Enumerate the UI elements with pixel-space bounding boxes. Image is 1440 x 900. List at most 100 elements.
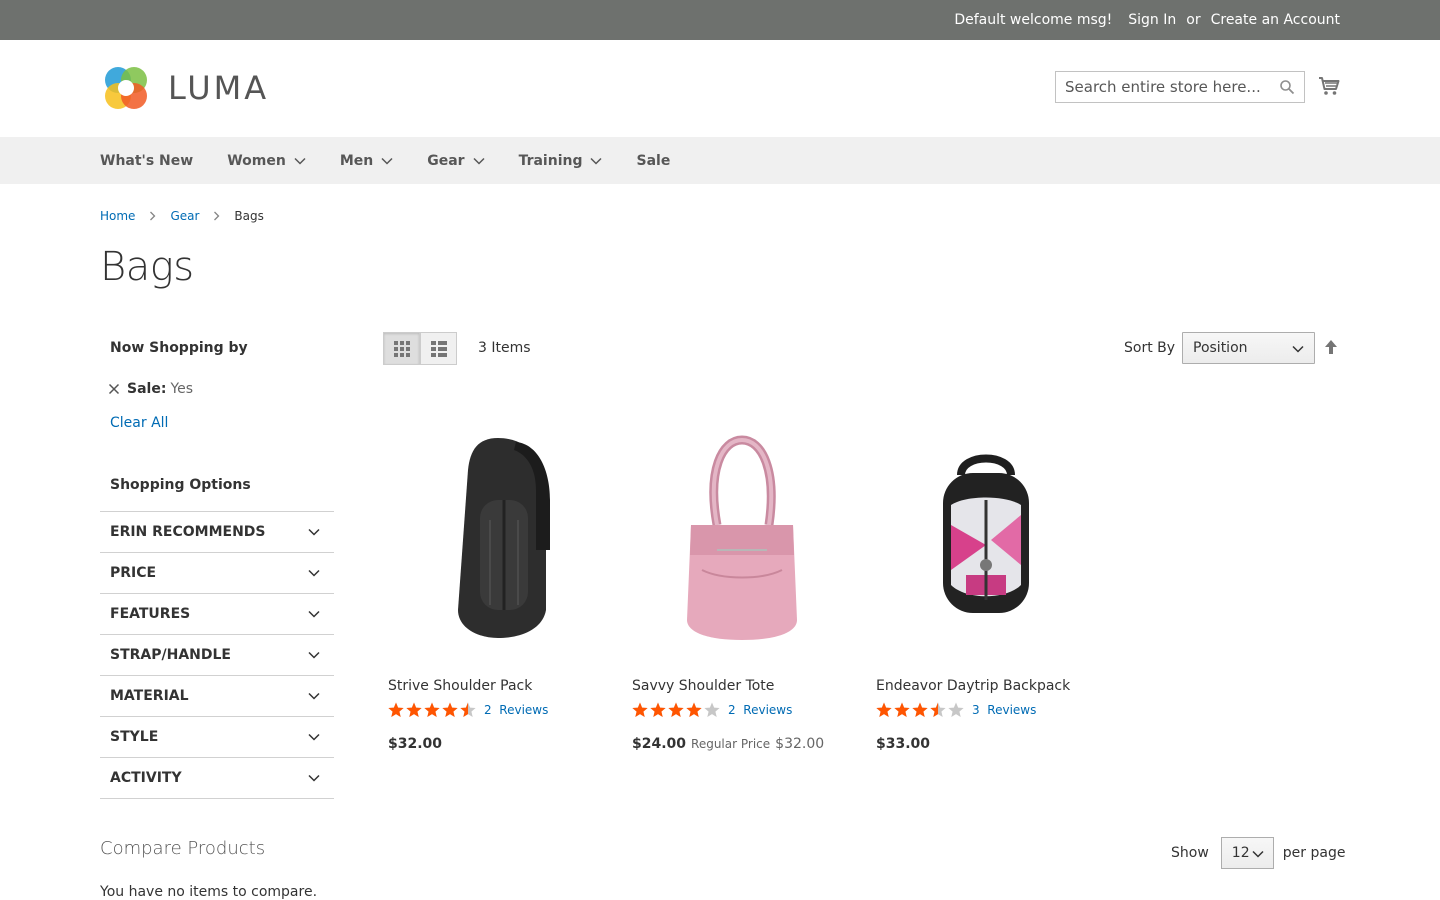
filter-option-features[interactable]: FEATURES (100, 594, 334, 635)
product-name-link[interactable]: Endeavor Daytrip Backpack (871, 678, 1115, 694)
compare-products-title: Compare Products (100, 838, 266, 859)
create-account-link[interactable]: Create an Account (1211, 12, 1340, 28)
list-view-button[interactable] (420, 332, 457, 365)
reviews-link[interactable]: 2 Reviews (728, 703, 792, 717)
products-toolbar: 3 Items Sort By Position (383, 332, 1340, 365)
filter-option-erin-recommends[interactable]: ERIN RECOMMENDS (100, 512, 334, 553)
per-page-limiter: Show 12 per page (1171, 837, 1345, 869)
filter-option-label: PRICE (110, 565, 157, 581)
nav-item-gear[interactable]: Gear (427, 152, 485, 169)
filter-option-price[interactable]: PRICE (100, 553, 334, 594)
star-filled-icon (668, 702, 684, 717)
chevron-right-icon (150, 211, 156, 221)
nav-item-whats-new[interactable]: What's New (100, 153, 193, 169)
nav-item-men[interactable]: Men (340, 153, 393, 169)
search-input[interactable] (1065, 78, 1275, 96)
nav-item-women[interactable]: Women (227, 153, 306, 169)
star-filled-icon (406, 702, 422, 717)
star-filled-icon (876, 702, 892, 717)
filter-option-activity[interactable]: ACTIVITY (100, 758, 334, 799)
welcome-message: Default welcome msg! (954, 12, 1113, 28)
top-panel: Default welcome msg! Sign In or Create a… (0, 0, 1440, 40)
sort-direction-arrow-up-icon[interactable] (1324, 339, 1338, 355)
clear-all-link[interactable]: Clear All (100, 415, 334, 431)
chevron-down-icon (308, 651, 320, 659)
reviews-count: 2 (484, 703, 492, 717)
list-icon (430, 340, 447, 357)
filter-option-label: STRAP/HANDLE (110, 647, 231, 663)
price-amount: $33.00 (876, 736, 931, 752)
now-shopping-by-title: Now Shopping by (110, 340, 248, 356)
rating-stars-icon (876, 702, 964, 717)
active-filter: Sale: Yes (100, 381, 334, 397)
sort-by-select[interactable]: Position (1182, 332, 1315, 364)
product-item: Savvy Shoulder Tote 2 Reviews $24.00 Reg… (627, 415, 871, 752)
product-item: Strive Shoulder Pack 2 Reviews $32.00 (383, 415, 627, 752)
header: LUMA (0, 40, 1440, 137)
sort-by-label: Sort By (1124, 340, 1176, 356)
limiter-select[interactable]: 12 (1220, 837, 1274, 869)
header-links: Default welcome msg! Sign In or Create a… (954, 0, 1340, 40)
shoulder-tote-image (687, 435, 797, 640)
reviews-count: 2 (728, 703, 736, 717)
filter-option-label: STYLE (110, 729, 159, 745)
star-filled-icon (388, 702, 404, 717)
nav-label: Gear (427, 152, 465, 169)
special-price-amount: $24.00 (632, 736, 687, 752)
daytrip-backpack-image (943, 454, 1029, 613)
star-filled-icon (442, 702, 458, 717)
chevron-down-icon (473, 157, 485, 165)
chevron-down-icon (308, 774, 320, 782)
chevron-down-icon (381, 157, 393, 165)
shoulder-pack-image (458, 438, 550, 638)
active-filter-value: Yes (170, 381, 194, 397)
rating-stars-icon (632, 702, 720, 717)
regular-price-label: Regular Price (691, 737, 771, 751)
filter-option-label: ACTIVITY (110, 770, 182, 786)
breadcrumb: Home Gear Bags (100, 209, 264, 223)
reviews-label: Reviews (743, 703, 793, 717)
filter-option-label: ERIN RECOMMENDS (110, 524, 266, 540)
reviews-label: Reviews (987, 703, 1037, 717)
product-rating: 2 Reviews (383, 702, 627, 718)
search-icon[interactable] (1279, 79, 1295, 95)
chevron-down-icon (308, 692, 320, 700)
reviews-link[interactable]: 2 Reviews (484, 703, 548, 717)
product-price: $32.00 (383, 736, 627, 752)
reviews-count: 3 (972, 703, 980, 717)
rating-stars-icon (388, 702, 476, 717)
grid-view-button[interactable] (383, 332, 420, 365)
nav-item-sale[interactable]: Sale (636, 153, 670, 169)
product-image[interactable] (383, 415, 613, 655)
star-filled-icon (912, 702, 928, 717)
cart-icon[interactable] (1318, 75, 1340, 97)
search-box[interactable] (1055, 71, 1305, 103)
chevron-down-icon (308, 733, 320, 741)
product-image[interactable] (871, 415, 1101, 655)
nav-item-training[interactable]: Training (519, 153, 603, 169)
or-text: or (1186, 12, 1201, 28)
page-title: Bags (100, 244, 194, 290)
chevron-down-icon (590, 157, 603, 165)
close-icon[interactable] (108, 383, 120, 395)
product-name-link[interactable]: Savvy Shoulder Tote (627, 678, 871, 694)
limiter-value: 12 (1231, 845, 1250, 861)
chevron-down-icon (1292, 345, 1304, 353)
logo[interactable]: LUMA (100, 62, 269, 114)
nav-label: Sale (636, 152, 671, 169)
shopping-options-title: Shopping Options (110, 477, 251, 493)
chevron-down-icon (308, 610, 320, 618)
limiter-show-label: Show (1171, 845, 1209, 861)
logo-text: LUMA (168, 69, 270, 107)
breadcrumb-gear[interactable]: Gear (170, 209, 199, 223)
nav-label: What's New (100, 152, 194, 169)
filter-option-material[interactable]: MATERIAL (100, 676, 334, 717)
reviews-link[interactable]: 3 Reviews (972, 703, 1036, 717)
filter-option-strap-handle[interactable]: STRAP/HANDLE (100, 635, 334, 676)
sign-in-link[interactable]: Sign In (1128, 12, 1176, 28)
product-name-link[interactable]: Strive Shoulder Pack (383, 678, 627, 694)
breadcrumb-home[interactable]: Home (100, 209, 135, 223)
product-image[interactable] (627, 415, 857, 655)
sort-by-value: Position (1193, 340, 1248, 356)
filter-option-style[interactable]: STYLE (100, 717, 334, 758)
